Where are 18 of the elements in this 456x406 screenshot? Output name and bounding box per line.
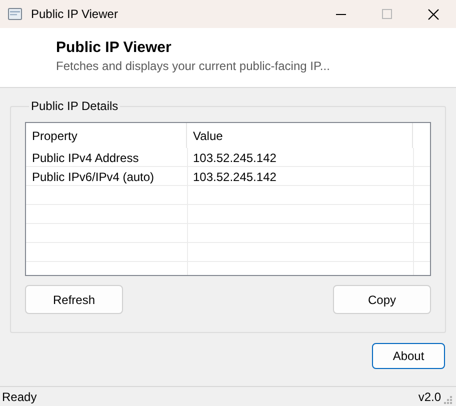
table-cell-text: 103.52.245.142: [192, 168, 278, 186]
table-cell-text: Public IPv4 Address: [31, 150, 140, 166]
column-header[interactable]: Value: [187, 123, 413, 148]
column-header[interactable]: Property: [26, 123, 187, 148]
table-cell-text: 103.52.245.142: [192, 150, 278, 166]
window-title: Public IP Viewer: [31, 7, 118, 21]
refresh-button[interactable]: Refresh: [25, 285, 123, 314]
table-cell-text: Public IPv6/IPv4 (auto): [31, 168, 156, 186]
about-button[interactable]: About: [372, 343, 445, 369]
close-icon[interactable]: [428, 8, 438, 20]
status-text: Ready: [2, 390, 37, 404]
resize-grip-icon[interactable]: [444, 396, 452, 404]
copy-button[interactable]: Copy: [333, 285, 431, 314]
group-title: Public IP Details: [30, 99, 120, 113]
app-title: Public IP Viewer: [56, 39, 172, 56]
app-subtitle: Fetches and displays your current public-facing IP...: [56, 59, 330, 73]
version-text: v2.0: [418, 390, 441, 404]
app-icon: [8, 8, 22, 20]
